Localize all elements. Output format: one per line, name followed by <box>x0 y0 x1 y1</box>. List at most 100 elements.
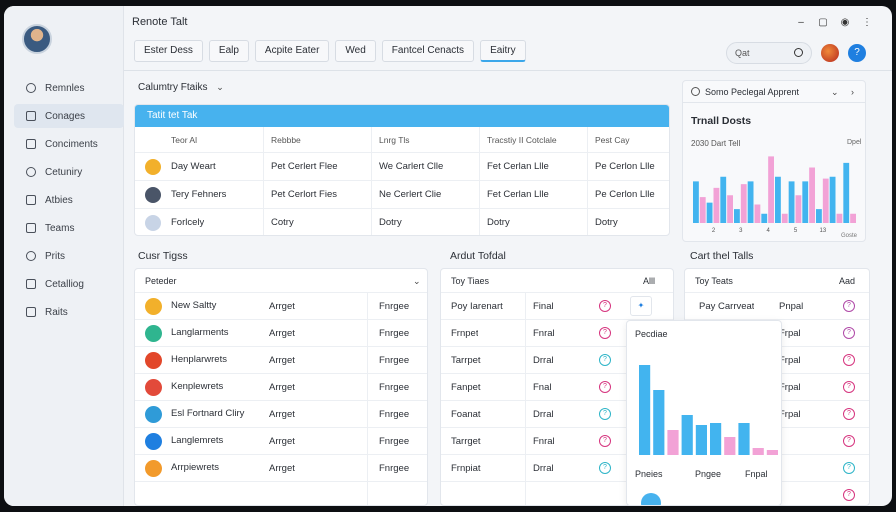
status-icon[interactable]: ? <box>599 300 611 312</box>
chart-bar[interactable] <box>740 184 747 223</box>
chart-bar[interactable] <box>822 178 829 223</box>
search-input[interactable]: Qat <box>726 42 812 64</box>
chart-bar[interactable] <box>775 176 781 223</box>
sidebar-item[interactable]: Conciments <box>14 132 124 156</box>
list-item[interactable]: Esl Fortnard Cliry Arrget Fnrgee <box>135 401 427 428</box>
table-row[interactable]: Tery Fehners Pet Cerlort Fies Ne Cerlert C… <box>135 181 669 209</box>
sidebar-item[interactable]: Atbies <box>14 188 124 212</box>
sidebar-item[interactable]: Remnles <box>14 76 124 100</box>
status-icon[interactable]: ? <box>599 381 611 393</box>
expand-icon[interactable]: ✦ <box>630 296 652 316</box>
right-chart-header[interactable]: Somo Peclegal Apprent ⌄ › <box>683 81 865 103</box>
chart-bar[interactable] <box>710 423 722 455</box>
chart-bar[interactable] <box>761 213 768 223</box>
chart-bar[interactable] <box>802 181 809 223</box>
column-header[interactable]: Pest Cay <box>595 135 630 145</box>
chart-bar[interactable] <box>829 176 836 223</box>
column-header[interactable]: Tracstiy II Cotclale <box>487 135 557 145</box>
chart-bar[interactable] <box>747 181 754 223</box>
chart-bar[interactable] <box>809 167 815 224</box>
chart-bar[interactable] <box>667 430 679 455</box>
chart-bar[interactable] <box>843 162 850 223</box>
chart-bar[interactable] <box>695 425 707 455</box>
overlay-scroll-dot[interactable] <box>641 493 661 505</box>
status-icon[interactable]: ? <box>843 462 855 474</box>
status-icon[interactable]: ? <box>599 327 611 339</box>
table-cell: We Carlert Clle <box>379 161 444 172</box>
status-icon[interactable]: ? <box>843 489 855 501</box>
maximize-icon[interactable]: ▢ <box>818 18 828 28</box>
tab[interactable]: Ester Dess <box>134 40 203 62</box>
list-item[interactable]: New Saltty Arrget Fnrgee <box>135 293 427 320</box>
tab[interactable]: Eaitry <box>480 40 526 62</box>
sidebar-item[interactable]: Cetuniry <box>14 160 124 184</box>
sidebar-item[interactable]: Prits <box>14 244 124 268</box>
tab[interactable]: Wed <box>335 40 376 62</box>
sidebar-item[interactable]: Cetalliog <box>14 272 124 296</box>
column-header[interactable]: Teor Al <box>171 135 197 145</box>
status-icon[interactable]: ? <box>843 381 855 393</box>
settings-icon[interactable]: ◉ <box>840 18 850 28</box>
status-icon[interactable]: ? <box>843 327 855 339</box>
tab[interactable]: Fantcel Cenacts <box>381 40 475 62</box>
user-avatar[interactable] <box>821 44 839 62</box>
sidebar-item[interactable]: Teams <box>14 216 124 240</box>
minimize-icon[interactable]: – <box>796 18 806 28</box>
list-item[interactable]: Langlarments Arrget Fnrgee <box>135 320 427 347</box>
chart-bar[interactable] <box>713 187 720 223</box>
sidebar-item[interactable]: Conages <box>14 104 124 128</box>
list-item[interactable]: Henplarwrets Arrget Fnrgee <box>135 347 427 374</box>
table-row[interactable]: Day Weart Pet Cerlert Flee We Carlert Clle… <box>135 153 669 181</box>
chart-bar[interactable] <box>724 437 736 455</box>
tab[interactable]: Acpite Eater <box>254 40 330 62</box>
status-icon[interactable]: ? <box>843 354 855 366</box>
chart-bar[interactable] <box>681 415 693 455</box>
chart-bar[interactable] <box>706 202 713 223</box>
chart-bar[interactable] <box>752 448 764 455</box>
chart-bar[interactable] <box>699 197 706 223</box>
chart-bar[interactable] <box>738 423 750 455</box>
chart-bar[interactable] <box>816 209 822 223</box>
chart-bar[interactable] <box>850 213 856 223</box>
chart-bar[interactable] <box>734 209 740 223</box>
status-icon[interactable]: ? <box>843 435 855 447</box>
chart-bar[interactable] <box>836 213 843 223</box>
top-table-dropdown[interactable]: Calumtry Ftaiks ⌄ <box>138 82 224 93</box>
table-row[interactable]: Forlcely Cotry Dotry Dotry Dotry <box>135 209 669 235</box>
chart-bar[interactable] <box>653 390 665 455</box>
right-bottom-header-right[interactable]: Aad <box>839 269 855 293</box>
status-icon[interactable]: ? <box>599 435 611 447</box>
status-icon[interactable]: ? <box>843 408 855 420</box>
chart-bar[interactable] <box>781 213 788 223</box>
mid-bottom-header-right[interactable]: Alll <box>643 269 655 293</box>
chart-bar[interactable] <box>768 156 774 223</box>
row-col3: Fnrgee <box>379 300 410 312</box>
chevron-right-icon[interactable]: › <box>851 81 854 103</box>
chart-bar[interactable] <box>639 365 651 455</box>
chart-bar[interactable] <box>788 181 795 223</box>
chart-bar[interactable] <box>727 195 733 223</box>
tab[interactable]: Ealp <box>208 40 249 62</box>
chart-bar[interactable] <box>720 176 727 223</box>
list-item[interactable]: Kenplewrets Arrget Fnrgee <box>135 374 427 401</box>
chart-bar[interactable] <box>754 204 761 224</box>
avatar[interactable] <box>22 24 52 54</box>
chart-bar[interactable] <box>693 181 699 223</box>
chevron-down-icon[interactable]: ⌄ <box>831 81 839 103</box>
status-icon[interactable]: ? <box>599 462 611 474</box>
list-item[interactable]: Arrpiewrets Arrget Fnrgee <box>135 455 427 482</box>
status-icon[interactable]: ? <box>843 300 855 312</box>
search-icon[interactable] <box>794 48 803 57</box>
left-bottom-filter[interactable]: Peteder ⌄ <box>135 269 427 293</box>
status-icon[interactable]: ? <box>599 408 611 420</box>
column-header[interactable]: Rebbbe <box>271 135 301 145</box>
list-item[interactable]: Langlemrets Arrget Fnrgee <box>135 428 427 455</box>
chart-bar[interactable] <box>766 450 778 455</box>
status-icon[interactable]: ? <box>599 354 611 366</box>
sidebar-item[interactable]: Raits <box>14 300 124 324</box>
help-icon[interactable]: ? <box>848 44 866 62</box>
column-header[interactable]: Lnrg Tls <box>379 135 410 145</box>
list-item[interactable]: Pay Carrveat Pnpal? <box>685 293 869 320</box>
more-icon[interactable]: ⋮ <box>862 18 872 28</box>
chart-bar[interactable] <box>795 195 802 223</box>
